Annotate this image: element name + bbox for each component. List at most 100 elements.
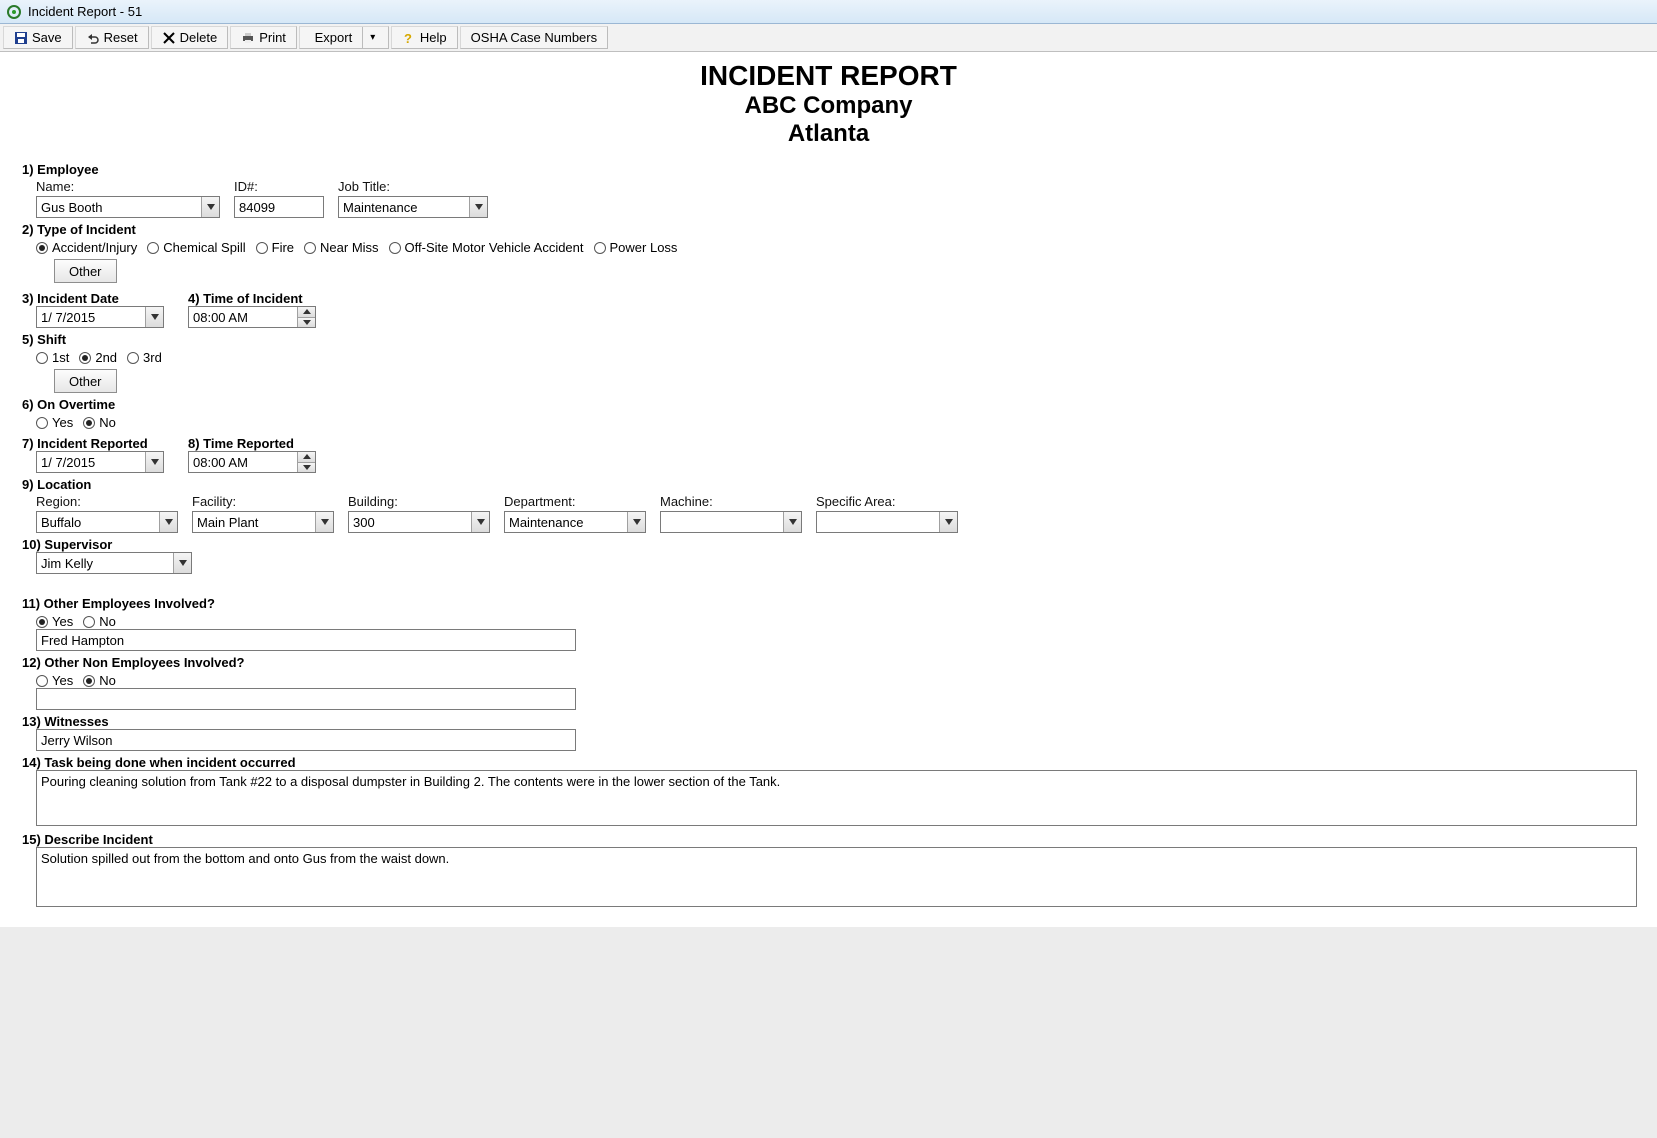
radio-fire[interactable]: Fire (256, 240, 294, 255)
describe-textarea[interactable]: Solution spilled out from the bottom and… (36, 847, 1637, 907)
other-employees-field[interactable]: Fred Hampton (36, 629, 576, 651)
section-incident-type: 2) Type of Incident (22, 222, 1637, 237)
radio-offsite[interactable]: Off-Site Motor Vehicle Accident (389, 240, 584, 255)
print-label: Print (259, 30, 286, 45)
employee-id-value: 84099 (239, 200, 275, 215)
incident-date-value: 1/ 7/2015 (41, 310, 95, 325)
task-textarea[interactable]: Pouring cleaning solution from Tank #22 … (36, 770, 1637, 826)
report-city: Atlanta (0, 120, 1657, 148)
region-combo[interactable]: Buffalo (36, 511, 178, 533)
radio-shift-3[interactable]: 3rd (127, 350, 162, 365)
help-button[interactable]: ? Help (391, 26, 458, 49)
reported-date-picker[interactable]: 1/ 7/2015 (36, 451, 164, 473)
section-describe: 15) Describe Incident (22, 832, 1637, 847)
reset-button[interactable]: Reset (75, 26, 149, 49)
supervisor-combo[interactable]: Jim Kelly (36, 552, 192, 574)
area-combo[interactable] (816, 511, 958, 533)
save-icon (14, 31, 28, 45)
chevron-down-icon (145, 307, 163, 327)
spin-up-icon[interactable] (298, 452, 315, 463)
name-label: Name: (36, 179, 220, 194)
section-supervisor: 10) Supervisor (22, 537, 1637, 552)
titlebar: Incident Report - 51 (0, 0, 1657, 24)
department-value: Maintenance (509, 515, 583, 530)
radio-overtime-yes[interactable]: Yes (36, 415, 73, 430)
radio-othernon-no[interactable]: No (83, 673, 116, 688)
reported-time-spinner[interactable]: 08:00 AM (188, 451, 316, 473)
spinner-controls (297, 307, 315, 327)
section-incident-reported: 7) Incident Reported (22, 436, 164, 451)
building-label: Building: (348, 494, 490, 509)
supervisor-value: Jim Kelly (41, 556, 93, 571)
incident-time-value: 08:00 AM (193, 310, 248, 325)
chevron-down-icon (469, 197, 487, 217)
section-location: 9) Location (22, 477, 1637, 492)
chevron-down-icon (627, 512, 645, 532)
radio-othernon-yes[interactable]: Yes (36, 673, 73, 688)
department-label: Department: (504, 494, 646, 509)
radio-chemical[interactable]: Chemical Spill (147, 240, 245, 255)
task-value: Pouring cleaning solution from Tank #22 … (41, 774, 780, 789)
export-dropdown[interactable]: ▾ (362, 27, 379, 48)
section-employee: 1) Employee (22, 162, 1637, 177)
radio-shift-1[interactable]: 1st (36, 350, 69, 365)
section-overtime: 6) On Overtime (22, 397, 1637, 412)
employee-name-combo[interactable]: Gus Booth (36, 196, 220, 218)
svg-text:?: ? (404, 31, 412, 45)
osha-button[interactable]: OSHA Case Numbers (460, 26, 608, 49)
building-combo[interactable]: 300 (348, 511, 490, 533)
jobtitle-combo[interactable]: Maintenance (338, 196, 488, 218)
radio-accident[interactable]: Accident/Injury (36, 240, 137, 255)
facility-value: Main Plant (197, 515, 258, 530)
chevron-down-icon (145, 452, 163, 472)
incident-time-spinner[interactable]: 08:00 AM (188, 306, 316, 328)
section-incident-time: 4) Time of Incident (188, 291, 316, 306)
delete-button[interactable]: Delete (151, 26, 229, 49)
undo-icon (86, 31, 100, 45)
export-button[interactable]: Export ▾ (299, 26, 389, 49)
app-icon (6, 4, 22, 20)
employee-name-value: Gus Booth (41, 200, 102, 215)
section-other-employees: 11) Other Employees Involved? (22, 596, 1637, 611)
print-icon (241, 31, 255, 45)
chevron-down-icon (939, 512, 957, 532)
shift-other-button[interactable]: Other (54, 369, 117, 393)
spin-down-icon[interactable] (298, 463, 315, 473)
radio-nearmiss[interactable]: Near Miss (304, 240, 379, 255)
other-non-employees-field[interactable] (36, 688, 576, 710)
section-time-reported: 8) Time Reported (188, 436, 316, 451)
radio-powerloss[interactable]: Power Loss (594, 240, 678, 255)
reported-time-value: 08:00 AM (193, 455, 248, 470)
window: Incident Report - 51 Save Reset Delete (0, 0, 1657, 927)
facility-combo[interactable]: Main Plant (192, 511, 334, 533)
radio-overtime-no[interactable]: No (83, 415, 116, 430)
radio-otheremp-no[interactable]: No (83, 614, 116, 629)
id-label: ID#: (234, 179, 324, 194)
save-label: Save (32, 30, 62, 45)
print-button[interactable]: Print (230, 26, 297, 49)
radio-otheremp-yes[interactable]: Yes (36, 614, 73, 629)
facility-label: Facility: (192, 494, 334, 509)
describe-value: Solution spilled out from the bottom and… (41, 851, 449, 866)
section-witnesses: 13) Witnesses (22, 714, 1637, 729)
witnesses-field[interactable]: Jerry Wilson (36, 729, 576, 751)
report-title: INCIDENT REPORT (0, 60, 1657, 92)
chevron-down-icon (173, 553, 191, 573)
witnesses-value: Jerry Wilson (41, 733, 113, 748)
radio-shift-2[interactable]: 2nd (79, 350, 117, 365)
machine-combo[interactable] (660, 511, 802, 533)
employee-id-field[interactable]: 84099 (234, 196, 324, 218)
incident-date-picker[interactable]: 1/ 7/2015 (36, 306, 164, 328)
spin-up-icon[interactable] (298, 307, 315, 318)
spin-down-icon[interactable] (298, 318, 315, 328)
save-button[interactable]: Save (3, 26, 73, 49)
section-incident-date: 3) Incident Date (22, 291, 164, 306)
reported-date-value: 1/ 7/2015 (41, 455, 95, 470)
osha-label: OSHA Case Numbers (471, 30, 597, 45)
chevron-down-icon (201, 197, 219, 217)
section-other-non-employees: 12) Other Non Employees Involved? (22, 655, 1637, 670)
department-combo[interactable]: Maintenance (504, 511, 646, 533)
incident-type-other-button[interactable]: Other (54, 259, 117, 283)
help-label: Help (420, 30, 447, 45)
chevron-down-icon (315, 512, 333, 532)
